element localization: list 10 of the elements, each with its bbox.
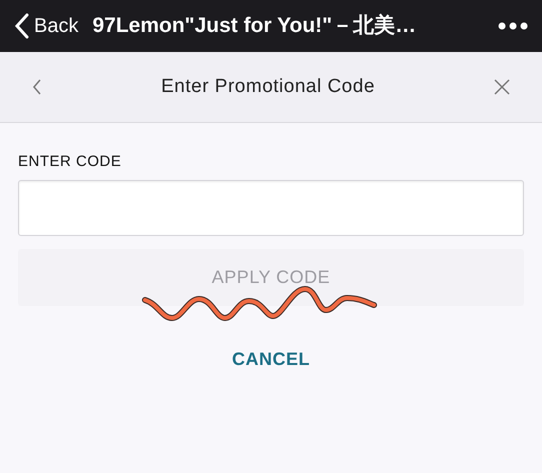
- back-button[interactable]: Back: [14, 11, 78, 41]
- close-icon[interactable]: [494, 79, 510, 95]
- cancel-link[interactable]: CANCEL: [232, 346, 310, 372]
- field-label: ENTER CODE: [18, 152, 122, 172]
- chevron-left-icon: [14, 13, 30, 39]
- page-title: 97Lemon"Just for You!"－北美…: [92, 12, 416, 40]
- code-input-field[interactable]: [18, 180, 524, 236]
- more-icon[interactable]: [498, 22, 528, 30]
- chevron-left-icon[interactable]: [32, 78, 42, 96]
- dialog-title: Enter Promotional Code: [160, 74, 376, 99]
